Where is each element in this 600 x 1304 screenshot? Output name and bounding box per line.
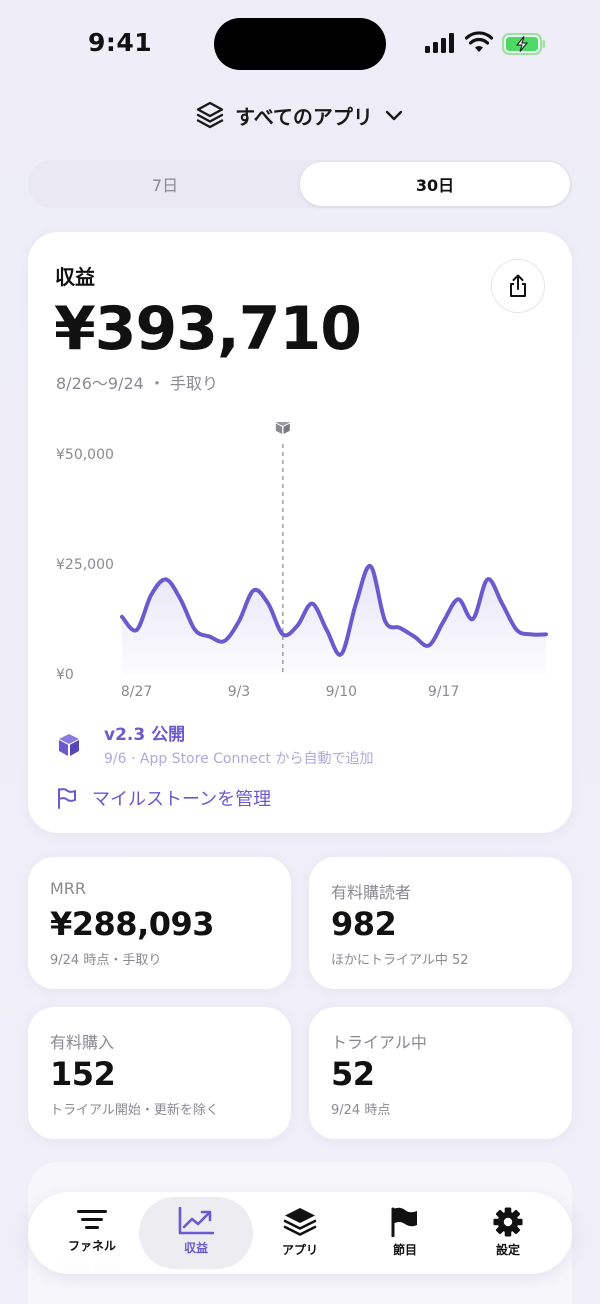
tab-label: ファネル (67, 1239, 116, 1253)
stat-card-paid-subscribers[interactable]: 有料購読者 982 ほかにトライアル中 52 (309, 857, 572, 989)
revenue-card: 収益 ¥393,710 8/26〜9/24 ・ 手取り ¥50,000 ¥25,0… (28, 232, 572, 833)
tab-apps[interactable]: アプリ (243, 1197, 357, 1269)
stat-subtitle: トライアル開始・更新を除く (50, 1103, 219, 1118)
tab-milestones[interactable]: 節目 (348, 1197, 462, 1269)
stat-card-mrr[interactable]: MRR ¥288,093 9/24 時点・手取り (28, 857, 291, 989)
stat-value: 52 (331, 1055, 375, 1093)
tab-label: アプリ (281, 1243, 318, 1257)
period-segmented-control: 7日 30日 (28, 160, 572, 208)
y-tick-label: ¥0 (56, 667, 74, 683)
layers-icon (283, 1208, 317, 1236)
tab-label: 設定 (495, 1243, 520, 1257)
tab-funnel[interactable]: ファネル (35, 1197, 149, 1269)
stat-value: 152 (50, 1055, 116, 1093)
share-button[interactable] (491, 259, 545, 313)
flag-outline-icon (58, 788, 76, 809)
x-tick-label: 9/3 (228, 684, 251, 700)
milestone-row[interactable]: v2.3 公開 9/6 · App Store Connect から自動で追加 (56, 720, 536, 776)
battery-charging-icon (502, 33, 545, 55)
tab-label: 節目 (392, 1243, 417, 1257)
tab-settings[interactable]: 設定 (451, 1197, 565, 1269)
flag-icon (391, 1207, 417, 1237)
stat-card-paid-purchases[interactable]: 有料購入 152 トライアル開始・更新を除く (28, 1007, 291, 1139)
stat-subtitle: ほかにトライアル中 52 (331, 953, 469, 968)
stat-label: 有料購入 (50, 1033, 115, 1052)
revenue-title: 収益 (55, 265, 95, 289)
revenue-chart: ¥50,000 ¥25,000 ¥0 8/27 9/3 9/10 9/17 (56, 422, 548, 700)
x-tick-label: 9/17 (428, 684, 459, 700)
stat-label: MRR (50, 879, 87, 898)
stat-card-trials[interactable]: トライアル中 52 9/24 時点 (309, 1007, 572, 1139)
chart-area-fill (122, 565, 546, 674)
status-bar: 9:41 (0, 0, 600, 90)
milestone-marker-icon[interactable] (275, 422, 290, 434)
status-time: 9:41 (88, 28, 153, 57)
screen: 9:41 すべてのアプリ 7日 30日 収益 ¥393,710 8/26〜9/2… (0, 0, 600, 1304)
tab-label: 収益 (183, 1241, 208, 1255)
chart-icon (178, 1207, 214, 1235)
stat-subtitle: 9/24 時点・手取り (50, 953, 162, 968)
revenue-subtitle: 8/26〜9/24 ・ 手取り (56, 374, 219, 393)
x-tick-label: 8/27 (121, 684, 152, 700)
stat-value: ¥288,093 (50, 905, 215, 943)
app-selector[interactable]: すべてのアプリ (0, 97, 600, 133)
manage-milestones-link[interactable]: マイルストーンを管理 (56, 783, 271, 813)
period-tab-7d[interactable]: 7日 (30, 162, 300, 206)
gear-icon (493, 1207, 523, 1237)
y-tick-label: ¥25,000 (56, 557, 114, 573)
layers-icon (196, 101, 224, 129)
manage-milestones-label: マイルストーンを管理 (92, 789, 272, 810)
stat-subtitle: 9/24 時点 (331, 1103, 391, 1118)
stat-label: トライアル中 (331, 1033, 427, 1052)
milestone-title: v2.3 公開 (104, 725, 186, 745)
x-tick-label: 9/10 (326, 684, 357, 700)
revenue-amount: ¥393,710 (54, 294, 362, 364)
stat-label: 有料購読者 (331, 883, 412, 902)
tab-bar: ファネル 収益 アプリ 節目 設定 (28, 1192, 572, 1274)
funnel-icon (77, 1210, 107, 1229)
cellular-signal-icon (425, 33, 454, 53)
dynamic-island (214, 18, 386, 70)
milestone-subtitle: 9/6 · App Store Connect から自動で追加 (104, 751, 374, 767)
box-icon (59, 734, 79, 756)
app-selector-label: すべてのアプリ (235, 104, 373, 129)
period-tab-30d[interactable]: 30日 (300, 162, 570, 206)
chevron-down-icon (385, 110, 403, 121)
share-icon (510, 274, 526, 297)
wifi-icon (465, 31, 493, 52)
y-tick-label: ¥50,000 (56, 447, 114, 463)
stat-value: 982 (331, 905, 397, 943)
tab-revenue[interactable]: 収益 (139, 1197, 253, 1269)
